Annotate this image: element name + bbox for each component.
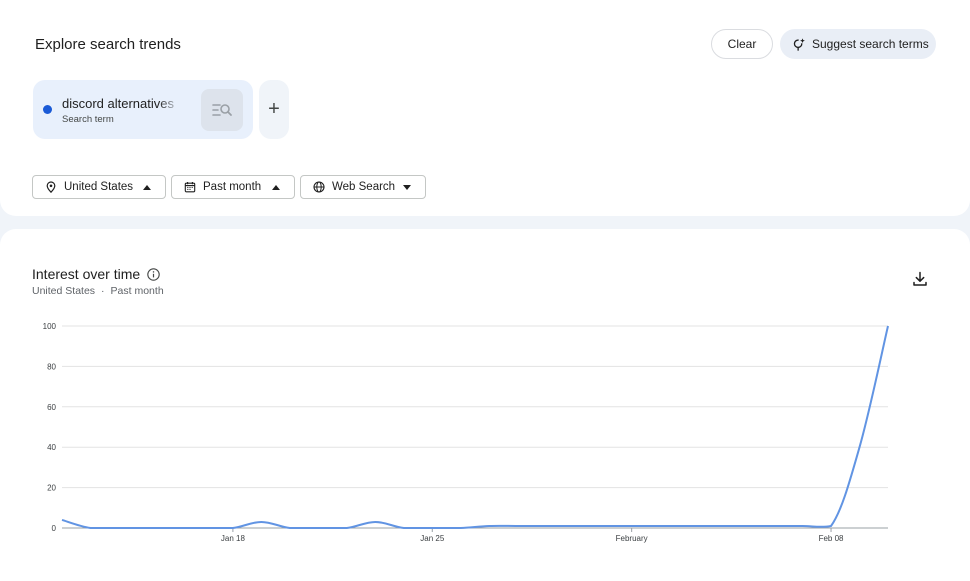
search-term-name[interactable]: discord alternatives <box>62 96 182 111</box>
add-term-button[interactable]: + <box>259 80 289 139</box>
x-tick-label: Jan 18 <box>221 534 246 543</box>
term-search-button[interactable] <box>201 89 243 131</box>
explore-panel: Explore search trends Clear Suggest sear… <box>0 0 970 216</box>
list-search-icon <box>212 104 232 116</box>
chart-subtitle-time: Past month <box>110 285 164 297</box>
caret-up-icon <box>143 184 151 190</box>
chart-title: Interest over time <box>32 266 160 282</box>
sparkle-pin-icon <box>793 38 805 51</box>
search-type-filter[interactable]: Web Search <box>300 175 426 199</box>
caret-up-icon <box>272 184 280 190</box>
caret-down-icon <box>403 184 411 190</box>
series-color-dot <box>43 105 52 114</box>
series-line <box>61 325 889 529</box>
y-tick-label: 40 <box>47 443 56 452</box>
x-tick-label: Jan 25 <box>420 534 445 543</box>
suggest-search-terms-button[interactable]: Suggest search terms <box>780 29 936 59</box>
info-icon[interactable] <box>147 267 160 281</box>
time-range-filter-label: Past month <box>203 181 262 193</box>
search-term-type: Search term <box>62 114 114 125</box>
region-filter[interactable]: United States <box>32 175 166 199</box>
download-icon[interactable] <box>911 270 929 288</box>
y-tick-label: 20 <box>47 484 56 493</box>
chart-series <box>61 325 889 529</box>
page-title: Explore search trends <box>35 36 181 53</box>
y-tick-label: 0 <box>52 524 57 533</box>
region-filter-label: United States <box>64 181 134 193</box>
suggest-search-terms-label: Suggest search terms <box>812 37 929 51</box>
x-tick-label: Feb 08 <box>819 534 844 543</box>
y-axis-ticks: 0 20 40 60 80 100 <box>43 322 57 533</box>
globe-icon <box>313 181 325 193</box>
x-tick-label: February <box>616 534 648 543</box>
calendar-icon <box>184 182 196 193</box>
time-range-filter[interactable]: Past month <box>171 175 295 199</box>
search-term-card[interactable]: discord alternatives Search term <box>33 80 253 139</box>
chart-title-text: Interest over time <box>32 266 141 282</box>
clear-button[interactable]: Clear <box>711 29 773 59</box>
chart-grid <box>62 325 888 529</box>
y-tick-label: 100 <box>43 322 57 331</box>
location-pin-icon <box>46 181 56 193</box>
chart-subtitle-separator: · <box>101 285 105 297</box>
y-tick-label: 60 <box>47 403 56 412</box>
y-tick-label: 80 <box>47 362 56 371</box>
interest-over-time-panel: Interest over time United States · Past … <box>0 229 970 581</box>
interest-line-chart: 0 20 40 60 80 100 Jan 18 Jan 25 February Feb 08 <box>43 322 889 543</box>
x-axis-ticks: Jan 18 Jan 25 February Feb 08 <box>221 528 844 543</box>
chart-subtitle: United States · Past month <box>32 285 164 297</box>
chart-subtitle-region: United States <box>32 285 96 297</box>
search-type-filter-label: Web Search <box>332 181 396 193</box>
